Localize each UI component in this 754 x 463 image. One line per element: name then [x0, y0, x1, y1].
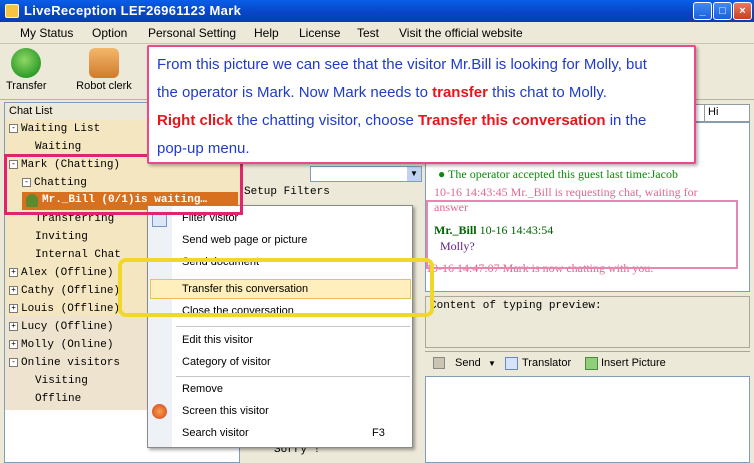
menu-separator [176, 326, 410, 327]
robot-label: Robot clerk [76, 80, 132, 92]
menu-visit-website[interactable]: Visit the official website [399, 26, 523, 40]
callout-line-3: Right click the chatting visitor, choose… [157, 112, 647, 129]
minimize-button[interactable]: _ [693, 2, 712, 20]
tree-internal-chat[interactable]: Internal Chat [35, 249, 121, 261]
callout-line-1: From this picture we can see that the vi… [157, 56, 647, 73]
title-bar: LiveReception LEF26961123 Mark _ □ × [0, 0, 754, 22]
menu-search-visitor[interactable]: Search visitor [182, 427, 249, 439]
menu-category-visitor[interactable]: Category of visitor [182, 356, 271, 368]
tree-visiting[interactable]: Visiting [35, 375, 88, 387]
close-button[interactable]: × [733, 2, 752, 20]
send-dropdown-icon[interactable]: ▼ [488, 359, 496, 368]
window-title: LiveReception LEF26961123 Mark [24, 3, 242, 18]
menu-my-status[interactable]: My Status [20, 26, 73, 40]
tree-waiting-list[interactable]: - Waiting List [9, 123, 100, 135]
picture-icon [585, 357, 598, 370]
menu-bar: My Status Option Personal Setting Help L… [0, 22, 754, 44]
menu-help[interactable]: Help [254, 26, 279, 40]
highlight-frame-transfer [118, 258, 434, 317]
send-button[interactable]: Send [455, 357, 481, 369]
app-icon [5, 4, 19, 18]
typing-preview: Content of typing preview: [425, 296, 750, 348]
callout-line-4: pop-up menu. [157, 140, 250, 157]
tree-waiting[interactable]: Waiting [35, 141, 81, 153]
tab-hi[interactable]: Hi [704, 104, 750, 122]
filter-combo[interactable]: ▼ [310, 166, 422, 182]
robot-clerk-button[interactable]: Robot clerk [72, 48, 136, 92]
maximize-button[interactable]: □ [713, 2, 732, 20]
translator-icon [505, 357, 518, 370]
menu-separator [176, 376, 410, 377]
robot-icon [89, 48, 119, 78]
translator-button[interactable]: Translator [522, 357, 571, 369]
tree-cathy[interactable]: + Cathy (Offline) [9, 285, 120, 297]
menu-screen-visitor[interactable]: Screen this visitor [182, 405, 269, 417]
instruction-callout: From this picture we can see that the vi… [147, 45, 696, 164]
menu-send-web-page[interactable]: Send web page or picture [182, 234, 307, 246]
chat-msg-last-operator: ● The operator accepted this guest last … [438, 167, 678, 181]
chevron-down-icon: ▼ [407, 167, 421, 181]
tree-online-visitors[interactable]: - Online visitors [9, 357, 120, 369]
context-menu: Filter visitor Send web page or picture … [147, 205, 413, 448]
tree-inviting[interactable]: Inviting [35, 231, 88, 243]
screen-icon [152, 404, 167, 419]
tree-molly[interactable]: + Molly (Online) [9, 339, 113, 351]
message-input[interactable] [425, 376, 750, 463]
send-bar: Send ▼ Translator Insert Picture [425, 351, 750, 375]
transfer-icon [11, 48, 41, 78]
tree-lucy[interactable]: + Lucy (Offline) [9, 321, 113, 333]
chat-tabs: Hi [695, 104, 750, 122]
tree-alex[interactable]: + Alex (Offline) [9, 267, 113, 279]
menu-test[interactable]: Test [357, 26, 379, 40]
send-icon [433, 357, 445, 369]
menu-search-shortcut: F3 [372, 427, 385, 439]
menu-license[interactable]: License [299, 26, 340, 40]
insert-picture-button[interactable]: Insert Picture [601, 357, 666, 369]
transfer-button[interactable]: Transfer [6, 48, 47, 92]
callout-line-2: the operator is Mark. Now Mark needs to … [157, 84, 607, 101]
menu-remove[interactable]: Remove [182, 383, 223, 395]
setup-filters-label: Setup Filters [244, 186, 330, 198]
tree-offline[interactable]: Offline [35, 393, 81, 405]
menu-edit-visitor[interactable]: Edit this visitor [182, 334, 253, 346]
transfer-label: Transfer [6, 80, 47, 92]
menu-personal-setting[interactable]: Personal Setting [148, 26, 236, 40]
menu-option[interactable]: Option [92, 26, 127, 40]
highlight-frame-chat [426, 200, 738, 269]
tree-louis[interactable]: + Louis (Offline) [9, 303, 120, 315]
